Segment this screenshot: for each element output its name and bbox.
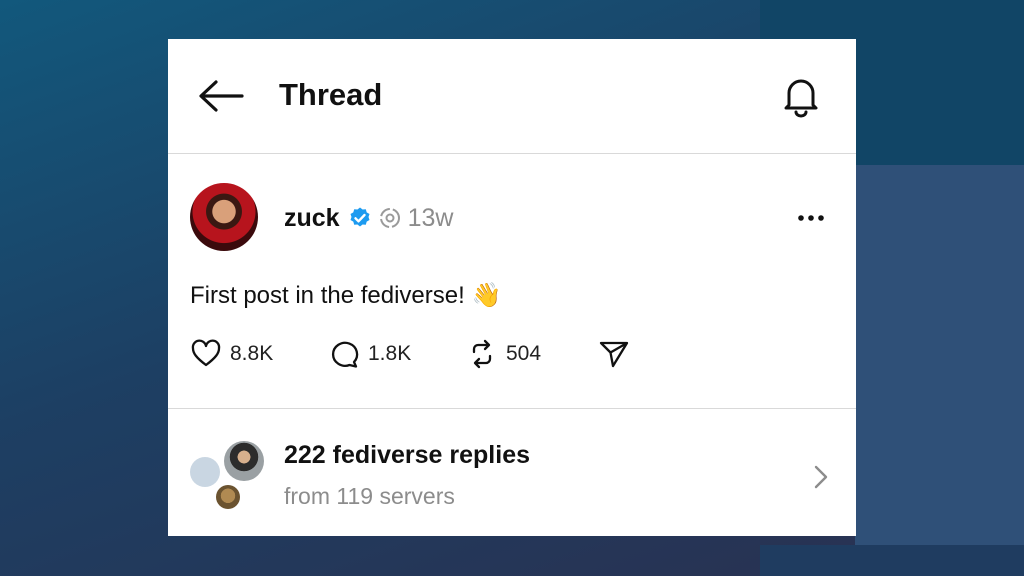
server-avatar bbox=[190, 457, 220, 487]
verified-badge-icon bbox=[350, 207, 370, 227]
post-content-layer: zuck 13w First post in the fediverse! 👋 … bbox=[168, 39, 856, 536]
repost-count: 504 bbox=[506, 342, 542, 365]
more-options-button[interactable] bbox=[796, 207, 826, 229]
like-button[interactable]: 8.8K bbox=[190, 338, 328, 370]
server-avatar bbox=[216, 485, 240, 509]
post-actions: 8.8K 1.8K 504 bbox=[190, 337, 630, 371]
repost-icon bbox=[472, 339, 492, 369]
reply-button[interactable]: 1.8K bbox=[328, 338, 466, 370]
avatar[interactable] bbox=[190, 183, 258, 251]
repost-button[interactable]: 504 bbox=[466, 338, 598, 370]
server-avatar bbox=[224, 441, 264, 481]
comment-icon bbox=[331, 341, 359, 368]
fediverse-icon bbox=[379, 208, 400, 228]
fediverse-replies-row[interactable] bbox=[168, 407, 856, 536]
share-button[interactable] bbox=[598, 338, 630, 370]
send-icon bbox=[599, 341, 629, 368]
more-options-icon bbox=[798, 215, 824, 221]
reply-count: 1.8K bbox=[368, 342, 412, 365]
fediverse-replies-title: 222 fediverse replies bbox=[284, 441, 530, 469]
chevron-right-icon bbox=[814, 465, 828, 489]
heart-icon bbox=[191, 339, 221, 367]
post-timestamp: 13w bbox=[407, 203, 454, 232]
username[interactable]: zuck bbox=[284, 204, 340, 233]
post-text: First post in the fediverse! 👋 bbox=[190, 282, 502, 309]
fediverse-replies-subtitle: from 119 servers bbox=[284, 483, 455, 509]
background-panel bbox=[855, 165, 1024, 545]
background-panel bbox=[760, 545, 1024, 576]
like-count: 8.8K bbox=[230, 342, 274, 365]
post-meta: zuck 13w bbox=[284, 202, 453, 234]
